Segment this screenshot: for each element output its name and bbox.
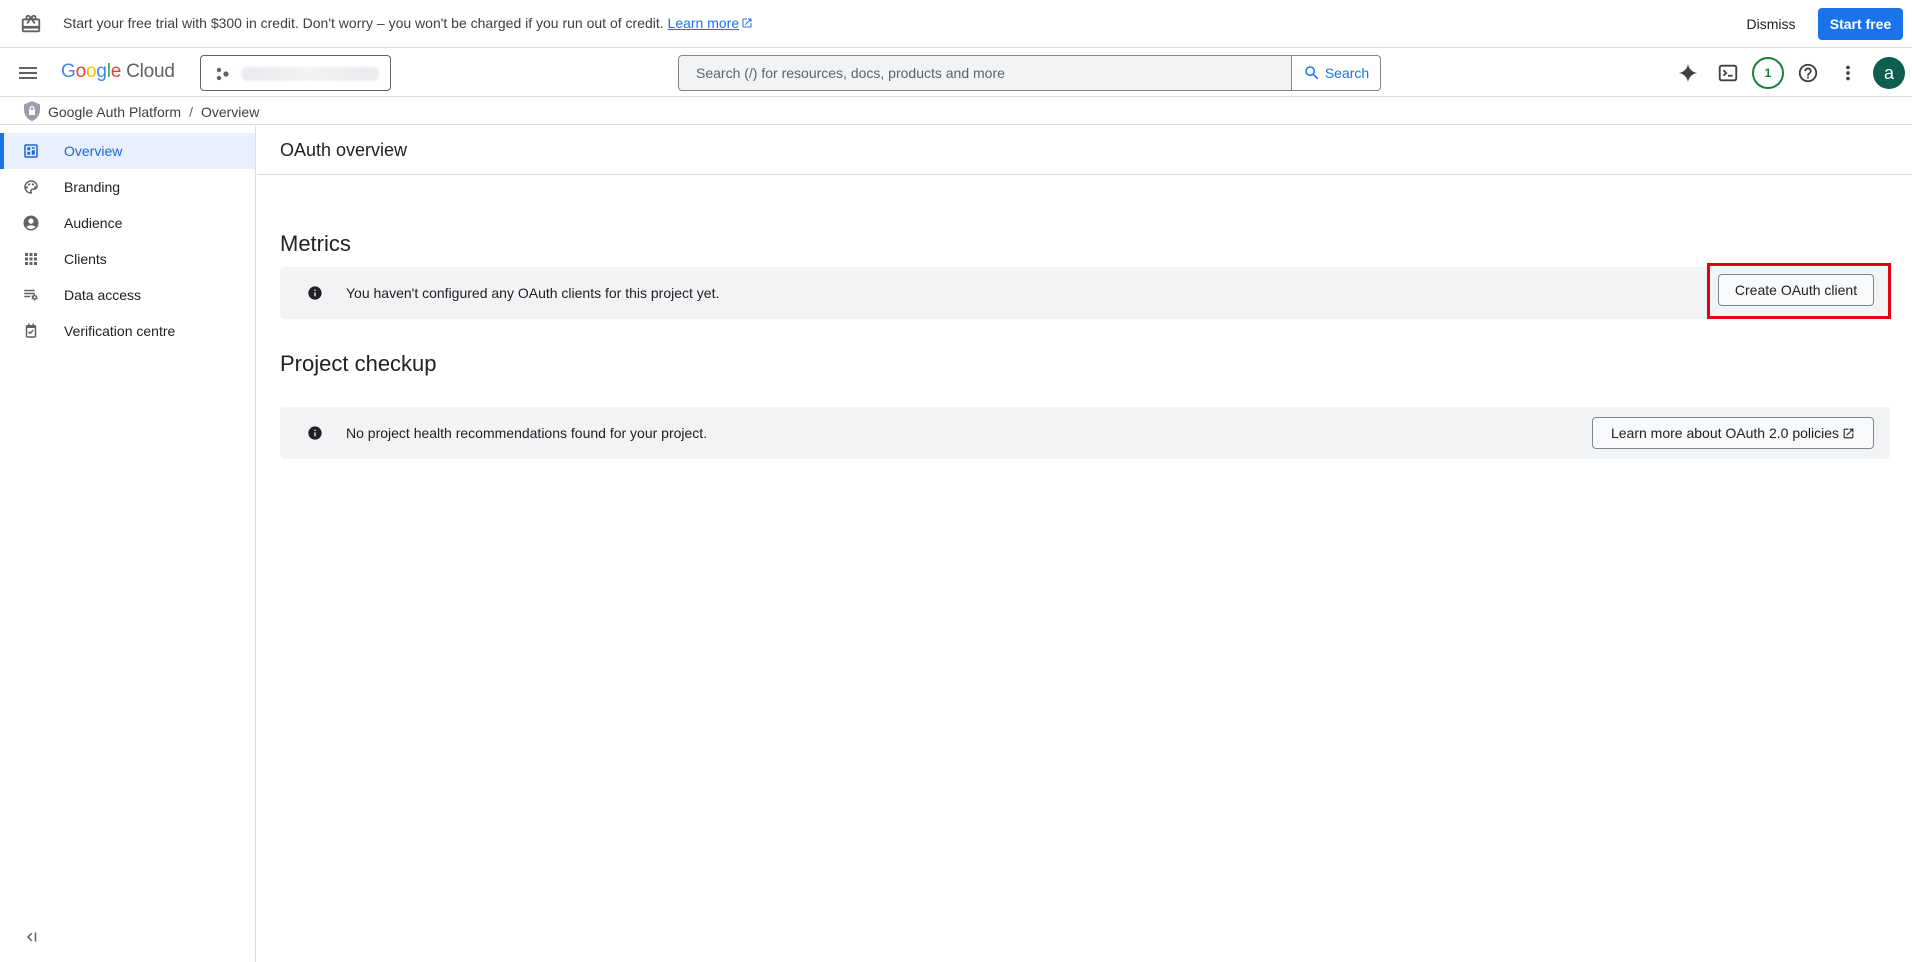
project-dots-icon [216, 67, 229, 81]
search-box[interactable] [678, 55, 1292, 91]
breadcrumb-product-link[interactable]: Google Auth Platform [48, 104, 181, 120]
create-oauth-client-button[interactable]: Create OAuth client [1718, 274, 1874, 306]
top-app-bar: GoogleCloud Search 1 a [0, 49, 1912, 97]
sidebar-item-label: Clients [64, 251, 107, 267]
page-title: OAuth overview [280, 140, 408, 160]
palette-icon [24, 180, 38, 194]
info-icon [308, 426, 322, 440]
project-name-redacted [241, 67, 379, 81]
open-in-new-icon [1843, 428, 1854, 438]
main-content: OAuth overview Metrics You haven't confi… [257, 126, 1912, 962]
sidebar-item-label: Data access [64, 287, 142, 303]
breadcrumb-separator: / [189, 104, 193, 120]
sidebar-item-label: Verification centre [64, 323, 176, 339]
breadcrumb-current-page: Overview [200, 104, 260, 120]
data-access-icon [24, 289, 38, 301]
learn-more-link[interactable]: Learn more [668, 15, 754, 31]
sidebar-item-data-access[interactable]: Data access [0, 277, 255, 313]
sidebar-item-overview[interactable]: Overview [0, 133, 255, 169]
cloud-shell-icon[interactable] [1716, 61, 1740, 85]
free-trial-banner: Start your free trial with $300 in credi… [0, 0, 1912, 48]
project-checkup-heading: Project checkup [280, 351, 437, 376]
sidebar-item-clients[interactable]: Clients [0, 241, 255, 277]
sidebar-item-label: Overview [64, 143, 123, 159]
sidebar-item-branding[interactable]: Branding [0, 169, 255, 205]
info-icon [308, 286, 322, 300]
banner-text: Start your free trial with $300 in credi… [63, 15, 664, 31]
dismiss-button[interactable]: Dismiss [1740, 8, 1802, 40]
learn-more-oauth-policies-button[interactable]: Learn more about OAuth 2.0 policies [1592, 417, 1874, 449]
start-free-button[interactable]: Start free [1818, 8, 1903, 40]
sidebar-item-label: Branding [64, 179, 121, 195]
more-vert-icon[interactable] [1836, 61, 1860, 85]
metrics-notice-text: You haven't configured any OAuth clients… [346, 285, 720, 301]
create-oauth-client-label: Create OAuth client [1734, 282, 1858, 298]
learn-more-oauth-policies-label: Learn more about OAuth 2.0 policies [1610, 425, 1840, 441]
dashboard-icon [24, 144, 38, 158]
hamburger-menu-icon[interactable] [16, 61, 40, 85]
account-circle-icon [23, 215, 39, 231]
sidebar: Overview Branding Audience Clients Data … [0, 126, 256, 962]
help-icon[interactable] [1796, 61, 1820, 85]
gemini-icon[interactable] [1676, 61, 1700, 85]
title-divider [257, 174, 1912, 175]
apps-grid-icon [25, 253, 37, 265]
search-button[interactable]: Search [1292, 55, 1381, 91]
sidebar-item-label: Audience [64, 215, 123, 231]
banner-message: Start your free trial with $300 in credi… [63, 15, 753, 31]
project-picker[interactable] [200, 55, 391, 91]
verification-icon [25, 323, 37, 338]
google-cloud-logo[interactable]: Google Cloud [61, 61, 175, 83]
gift-icon [21, 14, 41, 33]
search-button-label: Search [1324, 65, 1370, 81]
open-in-new-icon [742, 18, 752, 28]
sidebar-item-verification-centre[interactable]: Verification centre [0, 313, 255, 349]
search-input[interactable] [679, 56, 1291, 90]
metrics-notice: You haven't configured any OAuth clients… [280, 267, 1890, 319]
notifications-badge[interactable]: 1 [1752, 57, 1784, 89]
auth-platform-shield-icon [24, 101, 40, 121]
account-avatar[interactable]: a [1873, 57, 1905, 89]
search-icon [1305, 66, 1319, 80]
collapse-sidebar-icon[interactable] [22, 928, 40, 946]
sidebar-item-audience[interactable]: Audience [0, 205, 255, 241]
metrics-heading: Metrics [280, 231, 351, 256]
breadcrumb: Google Auth Platform / Overview [0, 98, 1912, 125]
project-checkup-notice-text: No project health recommendations found … [346, 425, 708, 441]
